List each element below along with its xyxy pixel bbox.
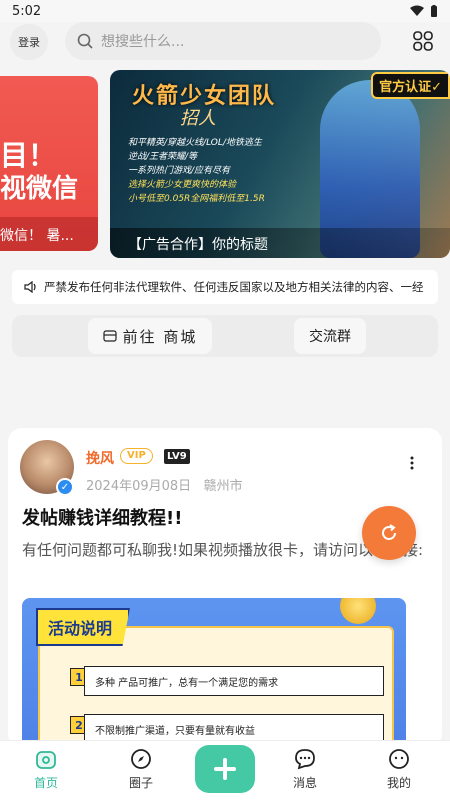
vip-badge: VIP [120, 448, 153, 464]
banner-left-caption: 微信！ 暑... [0, 217, 98, 251]
tab-circle[interactable]: 圈子 [111, 747, 171, 797]
quick-nav: 前往 商城 交流群 [12, 315, 438, 357]
wifi-icon [410, 5, 424, 16]
status-time: 5:02 [12, 3, 42, 19]
post-date: 2024年09月08日 [86, 479, 192, 494]
banner-caption: 【广告合作】你的标题 [110, 228, 450, 258]
banner-subtitle: 招人 [180, 108, 216, 129]
coin-icon [340, 598, 376, 624]
plus-icon [214, 758, 236, 780]
banner-text-lines: 和平精英/穿越火线/LOL/地铁逃生 逆战/王者荣耀/等 一系列热门游戏/应有尽… [128, 136, 265, 206]
promo-tag: 活动说明 [36, 608, 131, 646]
compass-icon [131, 749, 151, 769]
official-badge: 官方认证✓ [371, 72, 450, 99]
tab-label: 我的 [386, 776, 411, 790]
search-placeholder: 想搜些什么... [101, 34, 185, 50]
tab-label: 圈子 [128, 776, 153, 790]
banner-line: 逆战/王者荣耀/等 [128, 152, 198, 162]
banner-line: 小号低至0.05R全网福利低至1.5R [128, 194, 265, 204]
group-chat-button[interactable]: 交流群 [294, 318, 366, 354]
top-bar: 登录 想搜些什么... [0, 22, 450, 62]
tab-messages[interactable]: 消息 [275, 747, 335, 797]
banner-left-line2: 视微信 [0, 174, 79, 204]
chat-icon [295, 749, 315, 770]
status-bar: 5:02 [0, 0, 450, 22]
banner-line: 一系列热门游戏/应有尽有 [128, 166, 231, 176]
tab-home[interactable]: 首页 [16, 747, 76, 797]
banner-line: 和平精英/穿越火线/LOL/地铁逃生 [128, 138, 262, 148]
notice-text: 严禁发布任何非法代理软件、任何违反国家以及地方相关法律的内容、一经 [44, 280, 424, 294]
post-image[interactable]: 1 多种 产品可推广，总有一个满足您的需求 2 不限制推广渠道，只要有量就有收益… [22, 598, 406, 748]
refresh-icon [382, 524, 396, 540]
post-location: 赣州市 [203, 479, 243, 494]
face-icon [389, 749, 409, 769]
banner-main[interactable]: 火箭少女团队 招人 官方认证✓ 和平精英/穿越火线/LOL/地铁逃生 逆战/王者… [110, 70, 450, 258]
refresh-button[interactable] [362, 506, 416, 560]
login-button[interactable]: 登录 [10, 24, 48, 60]
level-badge: LV9 [164, 449, 190, 464]
post-button[interactable] [195, 745, 255, 793]
more-options-icon[interactable] [410, 456, 414, 470]
post-card[interactable]: ✓ 挽风 VIP LV9 2024年09月08日 赣州市 发帖赚钱详细教程!! … [8, 428, 442, 748]
tab-mine[interactable]: 我的 [369, 747, 429, 797]
tab-label: 首页 [33, 776, 58, 790]
verified-icon: ✓ [56, 478, 74, 496]
shop-icon [103, 330, 117, 342]
tab-label: 消息 [292, 776, 317, 790]
post-title: 发帖赚钱详细教程!! [22, 508, 183, 529]
post-meta: 2024年09月08日 赣州市 [86, 475, 243, 494]
search-input[interactable]: 想搜些什么... [65, 22, 381, 60]
status-icons [410, 4, 438, 18]
speaker-icon [24, 281, 36, 293]
home-icon [36, 751, 56, 769]
promo-item: 多种 产品可推广，总有一个满足您的需求 [84, 666, 384, 696]
shop-button[interactable]: 前往 商城 [88, 318, 212, 354]
post-username[interactable]: 挽风 [86, 448, 114, 468]
banner-previous[interactable]: 目！ 视微信 微信！ 暑... [0, 76, 98, 251]
grid-menu-icon[interactable] [412, 30, 434, 52]
search-icon [77, 33, 93, 49]
banner-line: 选择火箭少女更爽快的体验 [128, 180, 237, 190]
battery-icon [431, 4, 437, 17]
notice-bar[interactable]: 严禁发布任何非法代理软件、任何违反国家以及地方相关法律的内容、一经 [12, 270, 438, 304]
shop-label: 前往 商城 [122, 327, 198, 346]
